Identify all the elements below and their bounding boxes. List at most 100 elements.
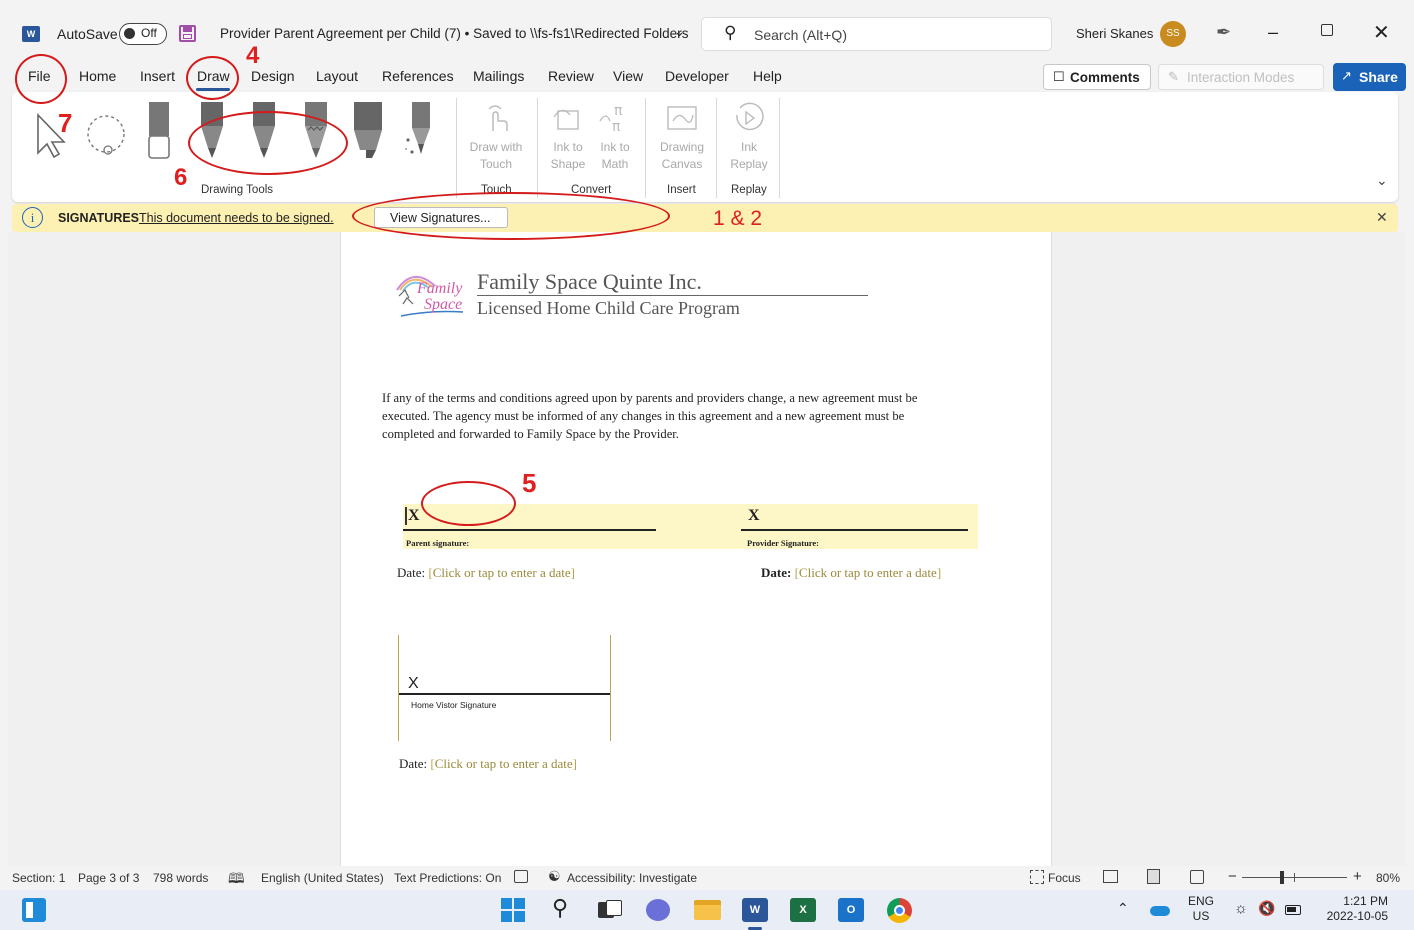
tab-mailings[interactable]: Mailings <box>473 68 524 84</box>
read-mode-icon[interactable] <box>1103 870 1118 883</box>
ink-replay-button[interactable]: Ink Replay <box>724 139 774 173</box>
lasso-select-icon[interactable] <box>84 112 132 160</box>
avatar[interactable]: SS <box>1160 21 1186 47</box>
ink-to-math-icon[interactable]: π π <box>598 101 632 133</box>
divider <box>779 98 780 198</box>
ink-to-shape-icon[interactable] <box>552 103 584 133</box>
outlook-taskbar-icon[interactable]: O <box>838 898 864 922</box>
drawing-canvas-icon[interactable] <box>665 103 699 133</box>
tab-insert[interactable]: Insert <box>140 68 175 84</box>
user-name[interactable]: Sheri Skanes <box>1076 26 1153 41</box>
wifi-icon[interactable]: ☼ <box>1234 900 1248 917</box>
action-pen-icon[interactable] <box>404 100 436 162</box>
status-text-predictions[interactable]: Text Predictions: On <box>394 871 501 885</box>
zoom-level[interactable]: 80% <box>1376 871 1400 885</box>
parent-signature-x[interactable]: X <box>405 507 420 525</box>
lang-eng[interactable]: ENG <box>1188 894 1214 909</box>
home-visitor-x: X <box>408 675 419 692</box>
provider-signature-x[interactable]: X <box>748 507 760 525</box>
draw-with-touch-button[interactable]: Draw with Touch <box>464 139 528 173</box>
ink-to-math-button[interactable]: Ink to Math <box>594 139 636 173</box>
drawing-canvas-button[interactable]: Drawing Canvas <box>652 139 712 173</box>
interaction-modes-button[interactable]: ✎ Interaction Modes <box>1158 64 1324 90</box>
parent-date-row: Date: [Click or tap to enter a date] <box>397 565 575 581</box>
zoom-slider[interactable] <box>1242 871 1347 884</box>
word-taskbar-icon[interactable]: W <box>742 898 768 922</box>
task-view-icon[interactable] <box>598 900 622 920</box>
close-infobar-icon[interactable]: ✕ <box>1376 209 1388 226</box>
chevron-down-icon[interactable]: ⌄ <box>674 24 685 40</box>
start-windows-icon[interactable] <box>501 898 525 922</box>
home-visitor-date-field[interactable]: Click or tap to enter a date <box>435 756 573 771</box>
chrome-taskbar-icon[interactable] <box>887 898 912 923</box>
show-hidden-icons-chevron-icon[interactable]: ⌃ <box>1117 900 1129 917</box>
search-box[interactable]: ⚲ Search (Alt+Q) <box>701 17 1052 51</box>
save-icon[interactable] <box>179 25 196 42</box>
document-title[interactable]: Provider Parent Agreement per Child (7) … <box>220 26 688 41</box>
web-layout-icon[interactable] <box>1190 870 1204 884</box>
file-explorer-icon[interactable] <box>694 900 721 920</box>
autosave-toggle[interactable]: Off <box>119 23 167 45</box>
tab-design[interactable]: Design <box>251 68 295 84</box>
infobar-message-link[interactable]: This document needs to be signed. <box>139 211 334 225</box>
ink-to-math-line2: Math <box>601 157 629 171</box>
draw-with-touch-icon[interactable] <box>483 103 509 133</box>
minimize-icon[interactable]: – <box>1268 22 1278 43</box>
status-language[interactable]: English (United States) <box>261 871 384 885</box>
teams-chat-icon[interactable] <box>646 899 670 921</box>
tab-references[interactable]: References <box>382 68 454 84</box>
zoom-in-button[interactable]: + <box>1353 868 1362 885</box>
proofing-icon[interactable]: 🕮 <box>228 868 245 892</box>
collapse-ribbon-chevron-icon[interactable]: ⌄ <box>1376 172 1388 189</box>
home-visitor-signature-box[interactable]: X Home Vistor Signature <box>398 635 611 741</box>
ink-to-shape-button[interactable]: Ink to Shape <box>546 139 590 173</box>
document-page[interactable]: Family Space Family Space Quinte Inc. Li… <box>340 232 1052 866</box>
program-name: Licensed Home Child Care Program <box>477 298 740 318</box>
svg-text:π: π <box>612 119 621 133</box>
close-icon[interactable]: ✕ <box>1373 20 1390 45</box>
tab-view[interactable]: View <box>613 68 643 84</box>
tab-help[interactable]: Help <box>753 68 782 84</box>
clock[interactable]: 1:21 PM 2022-10-05 <box>1318 894 1388 924</box>
ink-replay-icon[interactable] <box>732 101 766 135</box>
status-page[interactable]: Page 3 of 3 <box>78 871 139 885</box>
lang-us[interactable]: US <box>1188 909 1214 924</box>
parent-signature-line[interactable] <box>403 529 656 531</box>
accessibility-icon[interactable]: ☯ <box>548 868 561 885</box>
provider-signature-line[interactable] <box>741 529 968 531</box>
org-name: Family Space Quinte Inc. <box>477 269 702 294</box>
display-settings-icon[interactable] <box>514 870 528 883</box>
search-icon[interactable]: ⚲ <box>552 895 568 921</box>
onedrive-icon[interactable] <box>1150 906 1170 916</box>
tab-home[interactable]: Home <box>79 68 116 84</box>
zoom-out-button[interactable]: − <box>1228 868 1237 885</box>
status-words[interactable]: 798 words <box>153 871 208 885</box>
draw-with-touch-line2: Touch <box>479 157 513 171</box>
status-section[interactable]: Section: 1 <box>12 871 65 885</box>
restore-icon[interactable] <box>1321 24 1333 36</box>
zoom-slider-thumb[interactable] <box>1280 871 1284 884</box>
battery-icon[interactable] <box>1285 905 1301 915</box>
bracket-close: ] <box>572 756 577 771</box>
tab-review[interactable]: Review <box>548 68 594 84</box>
home-visitor-date-row: Date: [Click or tap to enter a date] <box>399 756 577 772</box>
eraser-icon[interactable] <box>147 100 171 162</box>
ink-to-math-line1: Ink to <box>600 140 630 154</box>
excel-taskbar-icon[interactable]: X <box>790 898 816 922</box>
tab-developer[interactable]: Developer <box>665 68 729 84</box>
widgets-icon[interactable] <box>22 898 46 922</box>
comments-button[interactable]: ☐ Comments <box>1043 64 1151 90</box>
print-layout-icon[interactable] <box>1147 869 1160 884</box>
clock-time: 1:21 PM <box>1343 894 1388 908</box>
annotation-ring-view-signatures <box>352 192 670 240</box>
status-accessibility[interactable]: Accessibility: Investigate <box>567 871 697 885</box>
tab-layout[interactable]: Layout <box>316 68 358 84</box>
share-button[interactable]: ↗ Share <box>1333 63 1406 91</box>
volume-icon[interactable]: 🔇 <box>1258 900 1275 917</box>
pen-icon[interactable]: ✒ <box>1216 22 1231 43</box>
status-focus[interactable]: Focus <box>1048 871 1081 885</box>
provider-date-field[interactable]: Click or tap to enter a date <box>799 565 937 580</box>
parent-date-field[interactable]: Click or tap to enter a date <box>433 565 571 580</box>
highlighter-icon[interactable] <box>352 100 384 162</box>
focus-icon[interactable] <box>1030 870 1044 884</box>
